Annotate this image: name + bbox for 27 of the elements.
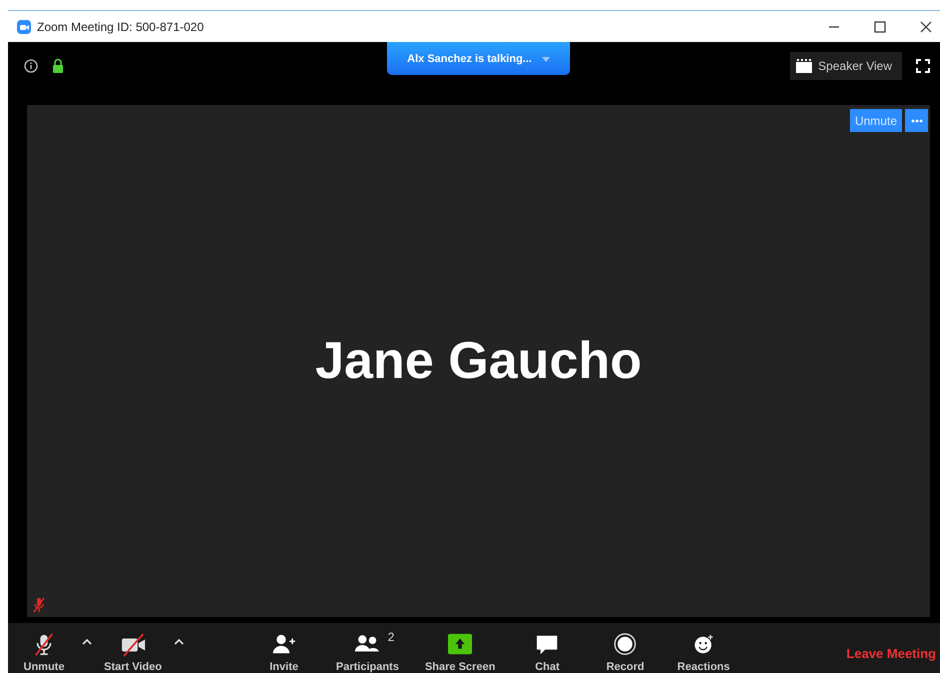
reactions-button[interactable]: Reactions — [675, 633, 732, 673]
invite-button[interactable]: Invite — [256, 633, 312, 673]
leave-meeting-button[interactable]: Leave Meeting — [846, 646, 936, 661]
close-icon[interactable] — [920, 20, 932, 32]
fullscreen-icon[interactable] — [916, 59, 930, 73]
lock-icon — [52, 58, 64, 74]
more-icon — [910, 118, 922, 122]
talking-banner[interactable]: Alx Sanchez is talking... — [387, 42, 570, 75]
chevron-up-icon — [174, 639, 184, 645]
app-logo-icon — [17, 20, 31, 34]
more-button[interactable] — [905, 109, 928, 132]
participant-name: Jane Gaucho — [315, 331, 642, 391]
share-screen-button[interactable]: Share Screen — [422, 633, 498, 673]
participants-button[interactable]: 2 Participants — [334, 633, 401, 673]
unmute-button[interactable]: Unmute — [16, 633, 72, 673]
chat-button[interactable]: Chat — [519, 633, 576, 673]
start-video-button[interactable]: Start Video — [102, 633, 164, 673]
record-button[interactable]: Record — [597, 633, 654, 673]
record-icon — [612, 633, 638, 657]
chevron-up-icon — [82, 639, 92, 645]
grid-icon — [796, 59, 812, 73]
window-title: Zoom Meeting ID: 500-871-020 — [37, 20, 204, 34]
maximize-icon[interactable] — [874, 20, 886, 32]
speaker-view-button[interactable]: Speaker View — [790, 52, 902, 80]
caret-icon — [542, 56, 550, 62]
info-icon — [24, 59, 38, 73]
participant-count: 2 — [388, 630, 394, 644]
